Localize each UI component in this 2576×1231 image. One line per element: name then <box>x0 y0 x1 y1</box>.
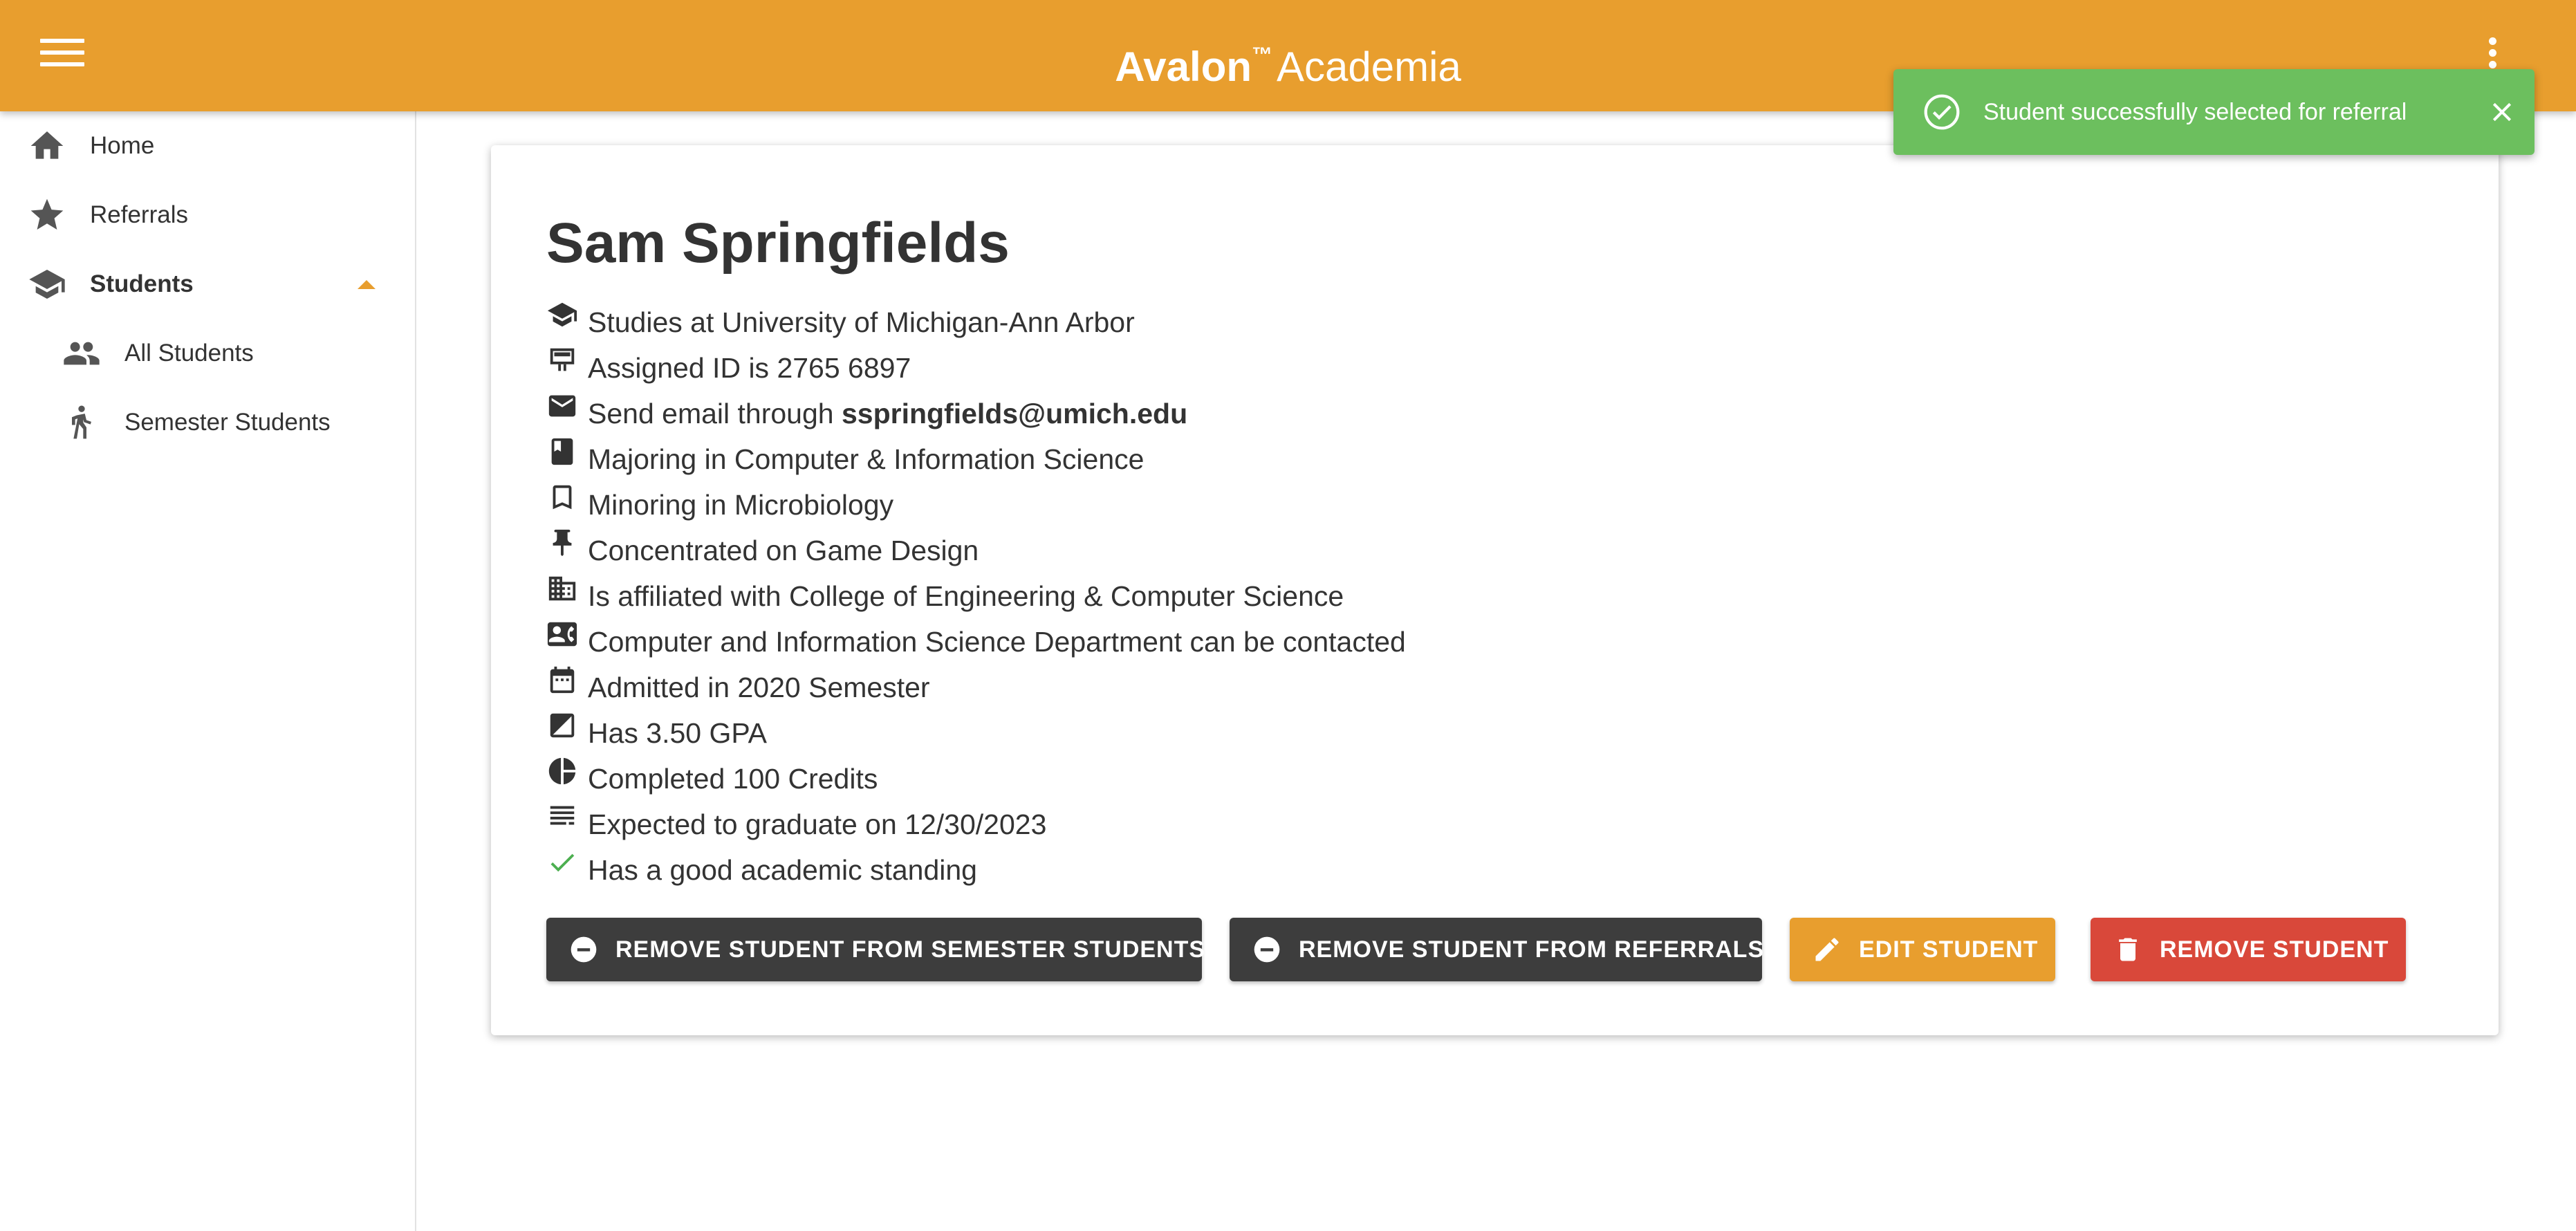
home-icon <box>30 131 64 159</box>
sidebar-item-referrals[interactable]: Referrals <box>0 181 415 250</box>
button-label: EDIT STUDENT <box>1859 936 2039 963</box>
sidebar-item-semester-students[interactable]: Semester Students <box>0 388 415 457</box>
detail-text: Completed 100 Credits <box>588 763 878 795</box>
detail-text: Send email through sspringfields@umich.e… <box>588 397 1187 430</box>
detail-text: Concentrated on Game Design <box>588 535 979 566</box>
sidebar-item-students[interactable]: Students <box>0 250 415 319</box>
people-icon <box>64 342 100 365</box>
detail-text: Majoring in Computer & Information Scien… <box>588 443 1145 475</box>
grade-chart-icon <box>550 713 575 738</box>
detail-text: Expected to graduate on 12/30/2023 <box>588 808 1047 840</box>
calendar-icon <box>550 666 575 694</box>
sidebar-item-label: Semester Students <box>124 409 331 436</box>
remove-from-semester-students-button[interactable]: REMOVE STUDENT FROM SEMESTER STUDENTS <box>546 918 1206 981</box>
check-circle-icon <box>1924 94 1960 130</box>
school-icon <box>547 302 577 327</box>
detail-text: Studies at University of Michigan-Ann Ar… <box>588 306 1135 338</box>
pencil-icon <box>1815 938 1839 961</box>
detail-text: Has a good academic standing <box>588 854 977 886</box>
close-icon[interactable] <box>2488 98 2516 126</box>
detail-text: Computer and Information Science Departm… <box>588 626 1406 658</box>
star-icon <box>30 198 64 230</box>
detail-text: Is affiliated with College of Engineerin… <box>588 580 1344 612</box>
remove-from-referrals-button[interactable]: REMOVE STUDENT FROM REFERRALS <box>1230 918 1765 981</box>
business-icon <box>548 576 576 601</box>
detail-text: Has 3.50 GPA <box>588 717 768 749</box>
email-link[interactable]: sspringfields@umich.edu <box>842 398 1187 429</box>
detail-text: Assigned ID is 2765 6897 <box>588 352 911 384</box>
check-icon <box>550 853 575 872</box>
email-prefix: Send email through <box>588 398 842 429</box>
remove-circle-icon <box>571 936 597 963</box>
contact-card-icon <box>547 622 577 647</box>
email-icon <box>548 395 576 417</box>
button-label: REMOVE STUDENT FROM REFERRALS <box>1299 936 1765 963</box>
student-card: Sam Springfields Studies at University o… <box>491 145 2499 1035</box>
school-icon <box>29 270 65 299</box>
person-walking-icon <box>72 405 91 439</box>
pie-chart-icon <box>548 757 576 785</box>
sidebar-item-label: Students <box>90 270 194 297</box>
sidebar-item-label: Referrals <box>90 201 188 228</box>
list-icon <box>550 806 575 825</box>
remove-student-button[interactable]: REMOVE STUDENT <box>2091 918 2406 981</box>
button-label: REMOVE STUDENT <box>2160 936 2389 963</box>
trademark-symbol: ™ <box>1252 44 1272 66</box>
sidebar-item-label: Home <box>90 132 155 159</box>
edit-student-button[interactable]: EDIT STUDENT <box>1790 918 2055 981</box>
app-brand: Avalon <box>1115 44 1252 90</box>
student-name: Sam Springfields <box>546 212 1010 275</box>
bookmark-icon <box>553 485 572 510</box>
sidebar-item-home[interactable]: Home <box>0 111 415 181</box>
snackbar-message: Student successfully selected for referr… <box>1983 99 2407 125</box>
sidebar-item-all-students[interactable]: All Students <box>0 319 415 388</box>
remove-circle-icon <box>1254 936 1280 963</box>
detail-text: Minoring in Microbiology <box>588 489 894 521</box>
success-snackbar: Student successfully selected for referr… <box>1893 69 2535 155</box>
sidebar: Home Referrals Students All Students Sem… <box>0 111 416 1231</box>
sidebar-item-label: All Students <box>124 340 254 367</box>
push-pin-icon <box>553 529 572 557</box>
app-product: Academia <box>1277 44 1461 90</box>
book-icon <box>551 438 573 465</box>
badge-icon <box>550 348 575 371</box>
trash-icon <box>2119 938 2137 961</box>
detail-text: Admitted in 2020 Semester <box>588 672 930 703</box>
collapse-caret-icon[interactable] <box>358 280 376 289</box>
button-label: REMOVE STUDENT FROM SEMESTER STUDENTS <box>615 936 1206 963</box>
